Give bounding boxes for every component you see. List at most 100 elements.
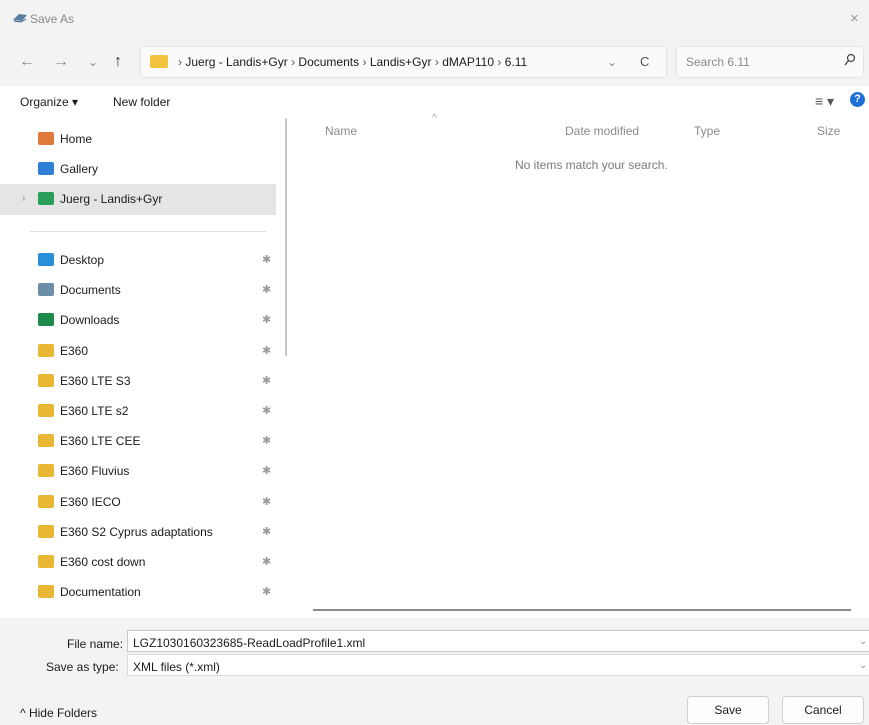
pin-icon[interactable]: ✱ (262, 404, 271, 417)
nav-scrollbar[interactable] (285, 118, 287, 356)
sidebar-item-label: Desktop (60, 253, 105, 267)
column-header-date-modified[interactable]: Date modified (565, 124, 639, 138)
cancel-button[interactable]: Cancel (782, 696, 864, 724)
new-folder-button[interactable]: New folder (113, 95, 170, 109)
folder-icon (38, 495, 54, 508)
save-as-type-label: Save as type: (46, 660, 119, 674)
sidebar-item-label: E360 IECO (60, 495, 121, 509)
downloads-icon (38, 313, 54, 326)
sidebar-item-downloads[interactable]: Downloads ✱ (0, 305, 276, 335)
sidebar-item-e360-cost-down[interactable]: E360 cost down ✱ (0, 547, 276, 577)
column-header-name[interactable]: Name (325, 124, 357, 138)
pin-icon[interactable]: ✱ (262, 555, 271, 568)
save-as-app-icon (13, 14, 27, 23)
breadcrumb-separator-icon: › (362, 55, 367, 69)
pin-icon[interactable]: ✱ (262, 253, 271, 266)
breadcrumb-item[interactable]: Juerg - Landis+Gyr (185, 55, 287, 69)
folder-icon (38, 555, 54, 568)
folder-icon (38, 374, 54, 387)
breadcrumb-item[interactable]: 6.11 (505, 55, 527, 69)
sidebar-item-documentation[interactable]: Documentation ✱ (0, 577, 276, 607)
sidebar-item-e360-ieco[interactable]: E360 IECO ✱ (0, 487, 276, 517)
pin-icon[interactable]: ✱ (262, 464, 271, 477)
folder-icon (38, 585, 54, 598)
sidebar-item-label: Juerg - Landis+Gyr (60, 192, 163, 206)
sidebar-item-e360-fluvius[interactable]: E360 Fluvius ✱ (0, 456, 276, 486)
folder-icon (38, 525, 54, 538)
file-name-dropdown-icon[interactable]: ⌄ (859, 636, 867, 647)
sidebar-item-label: Home (60, 132, 93, 146)
folder-icon (38, 434, 54, 447)
help-icon[interactable]: ? (850, 92, 865, 107)
onedrive-icon (38, 192, 54, 205)
sidebar-item-desktop[interactable]: Desktop ✱ (0, 245, 276, 275)
sidebar-item-label: E360 Fluvius (60, 464, 130, 478)
breadcrumb-separator-icon: › (291, 55, 296, 69)
save-as-type-value[interactable]: XML files (*.xml) (133, 660, 220, 674)
documents-icon (38, 283, 54, 296)
folder-icon (38, 344, 54, 357)
sidebar-item-home[interactable]: Home (0, 124, 276, 154)
breadcrumb[interactable]: › Juerg - Landis+Gyr › Documents › Landi… (178, 55, 527, 69)
forward-button[interactable]: → (53, 53, 69, 71)
breadcrumb-separator-icon: › (434, 55, 439, 69)
column-header-size[interactable]: Size (817, 124, 840, 138)
gallery-icon (38, 162, 54, 175)
sidebar-item-label: E360 (60, 344, 89, 358)
home-icon (38, 132, 54, 145)
sidebar-item-gallery[interactable]: Gallery (0, 154, 276, 184)
empty-folder-message: No items match your search. (515, 158, 668, 172)
search-input[interactable]: Search 6.11 (686, 55, 750, 69)
save-as-type-select[interactable] (127, 654, 869, 676)
pin-icon[interactable]: ✱ (262, 434, 271, 447)
horizontal-scrollbar[interactable] (313, 609, 851, 611)
breadcrumb-item[interactable]: Documents (298, 55, 359, 69)
pin-icon[interactable]: ✱ (262, 525, 271, 538)
search-icon[interactable] (844, 53, 856, 67)
breadcrumb-item[interactable]: dMAP110 (442, 55, 494, 69)
sidebar-item-documents[interactable]: Documents ✱ (0, 275, 276, 305)
back-button[interactable]: ← (19, 53, 35, 71)
pin-icon[interactable]: ✱ (262, 374, 271, 387)
pin-icon[interactable]: ✱ (262, 313, 271, 326)
up-button[interactable]: ↑ (114, 53, 122, 71)
sidebar-item-label: E360 LTE s2 (60, 404, 129, 418)
sidebar-item-label: Downloads (60, 313, 120, 327)
breadcrumb-separator-icon: › (497, 55, 502, 69)
folder-icon (150, 55, 168, 68)
sort-ascending-icon: ^ (432, 113, 437, 124)
pin-icon[interactable]: ✱ (262, 495, 271, 508)
save-button[interactable]: Save (687, 696, 769, 724)
sidebar-item-e360-lte-s2[interactable]: E360 LTE s2 ✱ (0, 396, 276, 426)
sidebar-item-label: Gallery (60, 162, 99, 176)
refresh-icon[interactable]: C (640, 54, 649, 69)
sidebar-item-label: E360 LTE S3 (60, 374, 131, 388)
view-options-menu[interactable]: ≡ ▾ (815, 93, 834, 110)
hide-folders-button[interactable]: ^ Hide Folders (20, 706, 97, 720)
sidebar-item-juerg-landis-gyr[interactable]: Juerg - Landis+Gyr (0, 184, 276, 214)
sidebar-item-label: E360 LTE CEE (60, 434, 141, 448)
organize-menu[interactable]: Organize ▾ (20, 95, 78, 109)
desktop-icon (38, 253, 54, 266)
sidebar-item-label: Documentation (60, 585, 141, 599)
file-name-value[interactable]: LGZ1030160323685-ReadLoadProfile1.xml (133, 636, 365, 650)
nav-divider (30, 231, 266, 232)
sidebar-item-label: Documents (60, 283, 121, 297)
pin-icon[interactable]: ✱ (262, 283, 271, 296)
breadcrumb-item[interactable]: Landis+Gyr (370, 55, 432, 69)
folder-icon (38, 404, 54, 417)
sidebar-item-e360[interactable]: E360 ✱ (0, 336, 276, 366)
sidebar-item-e360-lte-cee[interactable]: E360 LTE CEE ✱ (0, 426, 276, 456)
pin-icon[interactable]: ✱ (262, 585, 271, 598)
sidebar-item-e360-s2-cyprus-adaptations[interactable]: E360 S2 Cyprus adaptations ✱ (0, 517, 276, 547)
sidebar-item-e360-lte-s3[interactable]: E360 LTE S3 ✱ (0, 366, 276, 396)
file-name-label: File name: (67, 637, 124, 651)
close-button[interactable]: × (850, 10, 859, 27)
recent-locations-button[interactable]: ⌄ (88, 55, 98, 69)
sidebar-item-label: E360 S2 Cyprus adaptations (60, 525, 213, 539)
save-as-type-dropdown-icon[interactable]: ⌄ (859, 660, 867, 671)
pin-icon[interactable]: ✱ (262, 344, 271, 357)
column-header-type[interactable]: Type (694, 124, 720, 138)
address-dropdown-icon[interactable]: ⌄ (607, 55, 617, 69)
sidebar-item-label: E360 cost down (60, 555, 146, 569)
